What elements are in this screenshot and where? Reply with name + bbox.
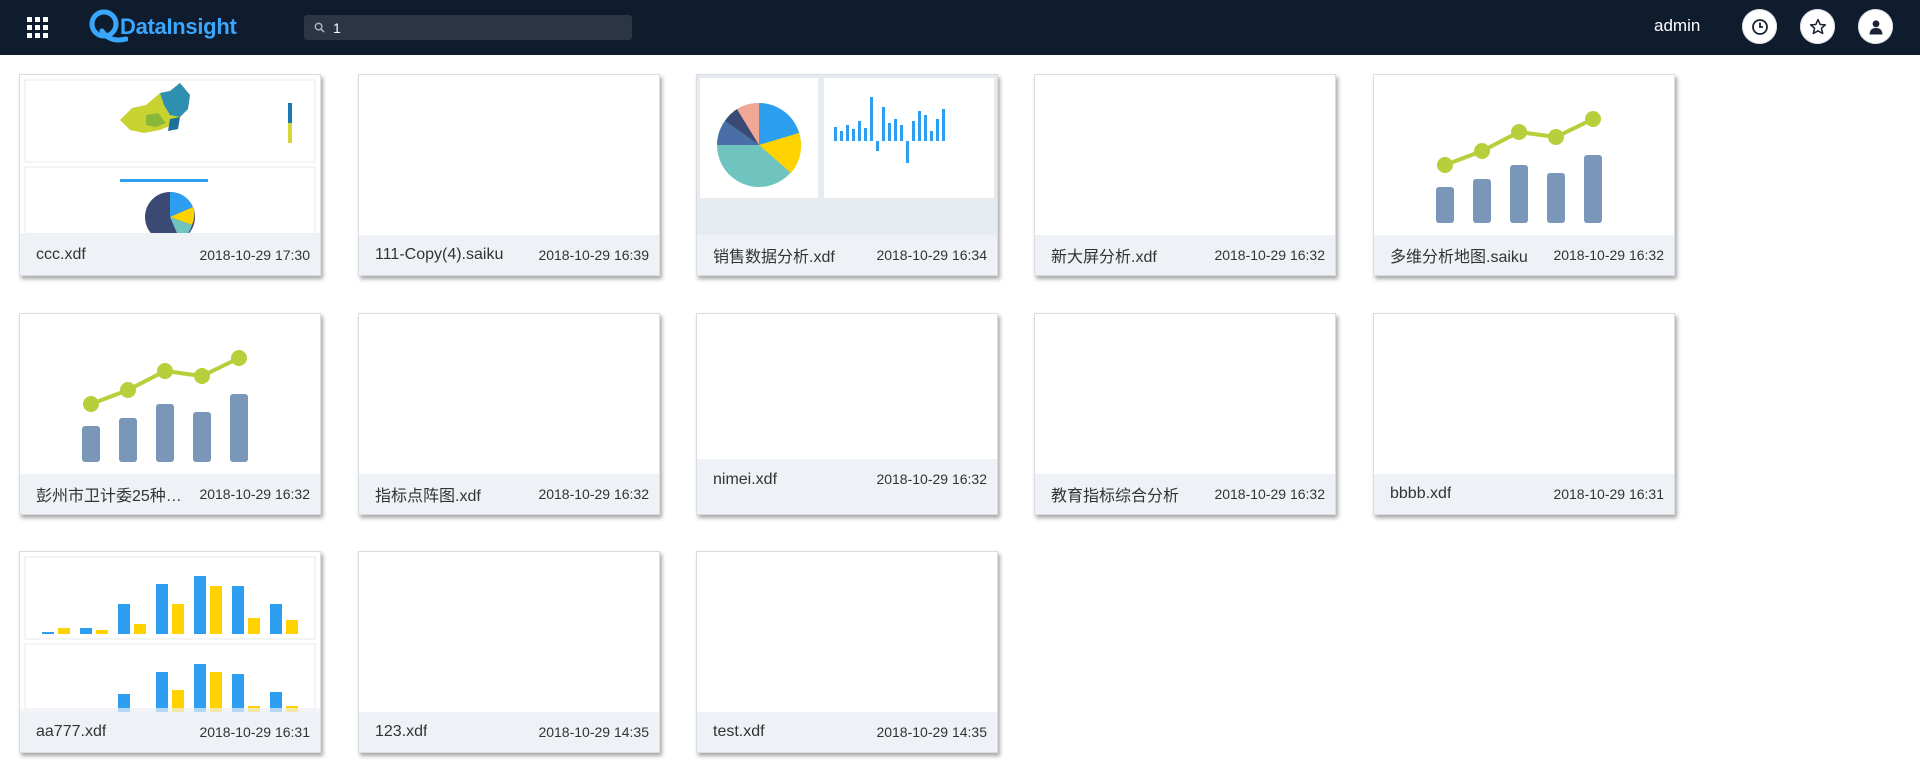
thumbnail-pie-bar	[697, 75, 997, 235]
file-card[interactable]: 教育指标综合分析 2018-10-29 16:32	[1034, 313, 1336, 515]
file-card[interactable]: 彭州市卫计委25种… 2018-10-29 16:32	[19, 313, 321, 515]
file-name: 指标点阵图.xdf	[375, 488, 481, 505]
file-name: 新大屏分析.xdf	[1051, 249, 1157, 266]
top-bar: DataInsight admin	[0, 0, 1920, 55]
file-card[interactable]: 销售数据分析.xdf 2018-10-29 16:34	[696, 74, 998, 276]
thumbnail-double-bar	[20, 552, 320, 712]
file-date: 2018-10-29 16:32	[199, 486, 310, 502]
file-caption: bbbb.xdf 2018-10-29 16:31	[1374, 474, 1674, 514]
profile-button[interactable]	[1858, 9, 1893, 44]
file-caption: 多维分析地图.saiku 2018-10-29 16:32	[1374, 235, 1674, 275]
file-caption: 111-Copy(4).saiku 2018-10-29 16:39	[359, 235, 659, 275]
file-name: bbbb.xdf	[1390, 485, 1452, 502]
file-caption: 教育指标综合分析 2018-10-29 16:32	[1035, 474, 1335, 514]
file-card[interactable]: 111-Copy(4).saiku 2018-10-29 16:39	[358, 74, 660, 276]
file-caption: nimei.xdf 2018-10-29 16:32	[697, 459, 997, 514]
file-caption: aa777.xdf 2018-10-29 16:31	[20, 712, 320, 752]
recent-button[interactable]	[1742, 9, 1777, 44]
file-caption: 新大屏分析.xdf 2018-10-29 16:32	[1035, 235, 1335, 275]
file-name: 111-Copy(4).saiku	[375, 246, 504, 263]
thumbnail-blank	[1035, 314, 1335, 474]
thumbnail-blank	[697, 552, 997, 712]
file-name: 123.xdf	[375, 723, 428, 740]
file-name: nimei.xdf	[713, 471, 778, 488]
thumbnail-blank	[697, 314, 997, 459]
apps-grid-icon[interactable]	[27, 17, 49, 39]
star-icon	[1809, 18, 1826, 34]
file-name: 销售数据分析.xdf	[713, 249, 835, 266]
logo[interactable]: DataInsight	[86, 7, 237, 47]
file-date: 2018-10-29 16:32	[538, 486, 649, 502]
clock-icon	[1751, 18, 1768, 35]
thumbnail-blank	[1035, 75, 1335, 235]
file-date: 2018-10-29 14:35	[538, 724, 649, 740]
file-card[interactable]: 指标点阵图.xdf 2018-10-29 16:32	[358, 313, 660, 515]
thumbnail-blank	[359, 552, 659, 712]
file-name: test.xdf	[713, 723, 765, 740]
file-grid: ccc.xdf 2018-10-29 17:30 111-Copy(4).sai…	[0, 55, 1920, 767]
file-name: ccc.xdf	[36, 246, 86, 263]
file-caption: 指标点阵图.xdf 2018-10-29 16:32	[359, 474, 659, 514]
file-date: 2018-10-29 16:32	[1214, 247, 1325, 263]
file-card[interactable]: aa777.xdf 2018-10-29 16:31	[19, 551, 321, 753]
file-date: 2018-10-29 16:31	[1553, 486, 1664, 502]
logo-text: DataInsight	[120, 14, 237, 39]
file-date: 2018-10-29 16:34	[876, 247, 987, 263]
thumbnail-blank	[1374, 314, 1674, 474]
file-card[interactable]: test.xdf 2018-10-29 14:35	[696, 551, 998, 753]
user-icon	[1869, 19, 1882, 34]
file-card[interactable]: nimei.xdf 2018-10-29 16:32	[696, 313, 998, 515]
file-card[interactable]: bbbb.xdf 2018-10-29 16:31	[1373, 313, 1675, 515]
file-caption: ccc.xdf 2018-10-29 17:30	[20, 235, 320, 275]
thumbnail-bar-line	[1374, 75, 1674, 235]
file-caption: test.xdf 2018-10-29 14:35	[697, 712, 997, 752]
file-card[interactable]: 123.xdf 2018-10-29 14:35	[358, 551, 660, 753]
thumbnail-blank	[359, 314, 659, 474]
file-date: 2018-10-29 14:35	[876, 724, 987, 740]
file-name: 彭州市卫计委25种…	[36, 488, 182, 505]
file-caption: 彭州市卫计委25种… 2018-10-29 16:32	[20, 474, 320, 514]
file-date: 2018-10-29 17:30	[199, 247, 310, 263]
search-icon	[314, 22, 325, 33]
search-box[interactable]	[304, 15, 632, 40]
thumbnail-map-pie	[20, 75, 320, 235]
file-name: 多维分析地图.saiku	[1390, 249, 1528, 266]
file-date: 2018-10-29 16:32	[876, 471, 987, 487]
favorites-button[interactable]	[1800, 9, 1835, 44]
user-name[interactable]: admin	[1654, 16, 1700, 36]
file-date: 2018-10-29 16:32	[1214, 486, 1325, 502]
file-date: 2018-10-29 16:39	[538, 247, 649, 263]
file-card[interactable]: ccc.xdf 2018-10-29 17:30	[19, 74, 321, 276]
thumbnail-bar-line	[20, 314, 320, 474]
file-name: 教育指标综合分析	[1051, 488, 1180, 505]
file-date: 2018-10-29 16:31	[199, 724, 310, 740]
file-caption: 销售数据分析.xdf 2018-10-29 16:34	[697, 235, 997, 275]
file-name: aa777.xdf	[36, 723, 107, 740]
file-caption: 123.xdf 2018-10-29 14:35	[359, 712, 659, 752]
search-input[interactable]	[331, 18, 625, 37]
file-card[interactable]: 多维分析地图.saiku 2018-10-29 16:32	[1373, 74, 1675, 276]
thumbnail-blank	[359, 75, 659, 235]
file-card[interactable]: 新大屏分析.xdf 2018-10-29 16:32	[1034, 74, 1336, 276]
file-date: 2018-10-29 16:32	[1553, 247, 1664, 263]
